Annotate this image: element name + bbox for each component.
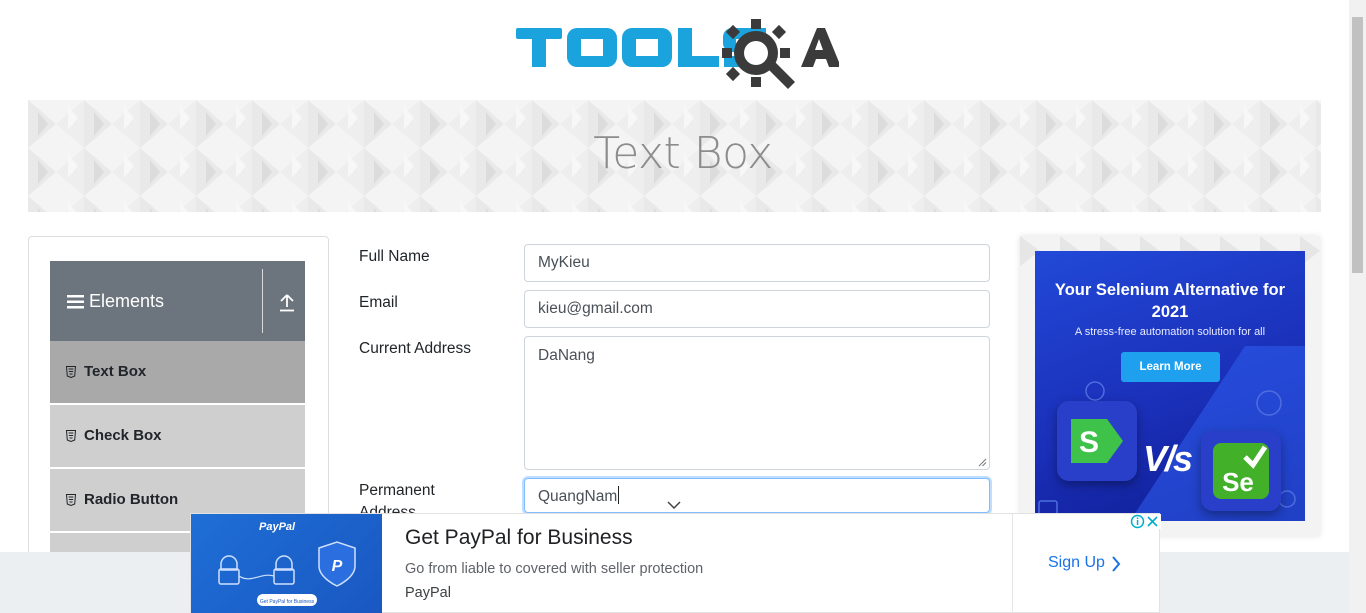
paypal-ad-banner[interactable]: PayPal P Get PayPal for Business Get Pay… bbox=[190, 513, 1161, 613]
elements-group-label: Elements bbox=[89, 291, 165, 311]
ad-creative: Your Selenium Alternative for 2021 A str… bbox=[1035, 251, 1305, 521]
elements-group-header[interactable]: Elements bbox=[50, 261, 305, 341]
paypal-ad-image: PayPal P Get PayPal for Business bbox=[191, 514, 382, 613]
html-doc-icon bbox=[66, 494, 76, 506]
svg-text:Get PayPal for Business: Get PayPal for Business bbox=[260, 599, 315, 605]
selenium-logo-icon: Se bbox=[1213, 443, 1269, 499]
toolsqa-logo[interactable] bbox=[515, 16, 839, 90]
current-address-textarea[interactable]: DaNang bbox=[524, 336, 990, 470]
hamburger-icon bbox=[67, 295, 84, 309]
svg-text:PayPal: PayPal bbox=[259, 521, 296, 533]
email-input[interactable]: kieu@gmail.com bbox=[524, 290, 990, 328]
learn-more-button[interactable]: Learn More bbox=[1121, 352, 1220, 382]
permanent-address-value: QuangNam bbox=[538, 488, 618, 505]
menu-item-text-box[interactable]: Text Box bbox=[50, 341, 305, 404]
full-name-label: Full Name bbox=[359, 248, 430, 265]
paypal-shields-illustration: PayPal P Get PayPal for Business bbox=[218, 521, 356, 606]
ad-subtitle: A stress-free automation solution for al… bbox=[1074, 326, 1266, 338]
permanent-address-label: Permanent Address bbox=[359, 482, 435, 513]
menu-item-check-box[interactable]: Check Box bbox=[50, 405, 305, 468]
menu-item-label: Check Box bbox=[84, 427, 162, 444]
scrollbar-thumb[interactable] bbox=[1352, 17, 1363, 273]
resize-grip-icon[interactable] bbox=[978, 458, 987, 467]
email-value: kieu@gmail.com bbox=[538, 300, 653, 317]
html-doc-icon bbox=[66, 366, 76, 378]
html-doc-icon bbox=[66, 430, 76, 442]
page: Text Box Elements Text Box Check Box Rad… bbox=[0, 0, 1366, 613]
permanent-address-textarea[interactable]: QuangNam bbox=[524, 478, 990, 513]
email-label: Email bbox=[359, 294, 398, 311]
svg-text:Se: Se bbox=[1222, 467, 1254, 497]
selenium-logo-tile: Se bbox=[1201, 431, 1281, 511]
versus-text: V/s bbox=[1143, 438, 1193, 479]
selenium-alternative-ad[interactable]: Your Selenium Alternative for 2021 A str… bbox=[1020, 236, 1320, 536]
sign-up-link[interactable]: Sign Up bbox=[1048, 554, 1105, 572]
ad-headline[interactable]: Get PayPal for Business bbox=[405, 526, 633, 550]
chevron-down-icon bbox=[667, 501, 681, 510]
menu-item-label: Text Box bbox=[84, 363, 147, 380]
current-address-label: Current Address bbox=[359, 340, 471, 357]
full-name-input[interactable]: MyKieu bbox=[524, 244, 990, 282]
full-name-value: MyKieu bbox=[538, 254, 590, 271]
s-logo-icon: S bbox=[1071, 419, 1123, 463]
page-title: Text Box bbox=[593, 128, 773, 179]
header-divider bbox=[262, 269, 263, 333]
text-caret bbox=[618, 486, 620, 504]
ad-divider bbox=[1012, 514, 1013, 613]
ad-description: Go from liable to covered with seller pr… bbox=[405, 561, 704, 577]
menu-item-label: Radio Button bbox=[84, 491, 179, 508]
collapse-arrow-up-icon[interactable] bbox=[279, 294, 295, 312]
svg-text:S: S bbox=[1079, 426, 1099, 459]
current-address-value: DaNang bbox=[538, 347, 595, 364]
chevron-right-icon[interactable] bbox=[1111, 555, 1121, 573]
svg-text:P: P bbox=[332, 558, 343, 575]
adchoices-close-icon[interactable] bbox=[1130, 514, 1161, 529]
page-scrollbar[interactable] bbox=[1349, 0, 1366, 613]
ad-title: Your Selenium Alternative for 2021 bbox=[1054, 281, 1286, 321]
ad-advertiser: PayPal bbox=[405, 585, 451, 601]
s-logo-tile: S bbox=[1057, 401, 1137, 481]
